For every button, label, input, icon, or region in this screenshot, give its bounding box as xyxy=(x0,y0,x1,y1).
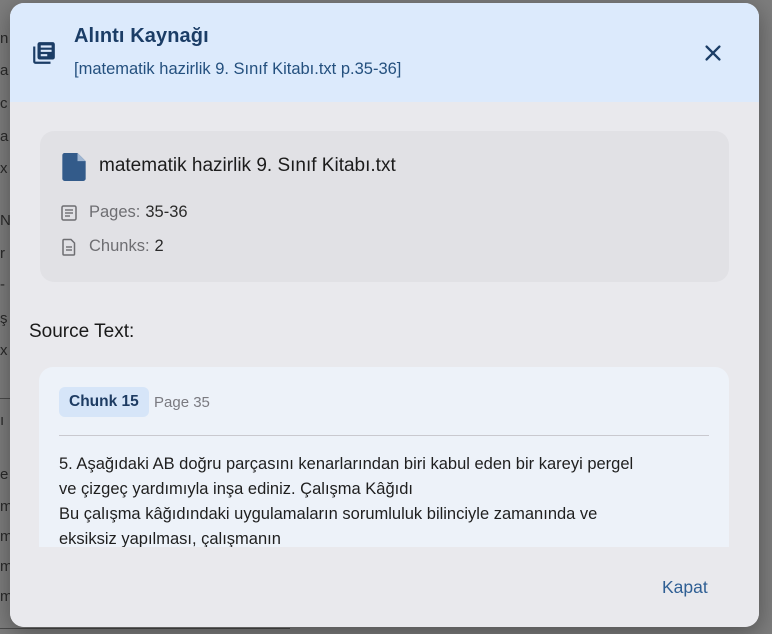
background-text: n xyxy=(0,30,9,47)
background-text: x xyxy=(0,160,8,177)
file-name: matematik hazirlik 9. Sınıf Kitabı.txt xyxy=(99,155,396,176)
chunks-label: Chunks: xyxy=(89,237,150,255)
article-icon xyxy=(60,204,78,222)
background-divider xyxy=(0,398,10,399)
chunk-badge: Chunk 15 xyxy=(59,387,149,417)
chunks-value: 2 xyxy=(154,237,164,255)
document-icon xyxy=(60,238,78,256)
background-text: ı xyxy=(0,412,5,429)
citation-source-dialog: Alıntı Kaynağı [matematik hazirlik 9. Sı… xyxy=(10,3,759,627)
chunk-page: Page 35 xyxy=(154,394,210,411)
kapat-button[interactable]: Kapat xyxy=(662,577,708,598)
chunk-card: Chunk 15 Page 35 5. Aşağıdaki AB doğru p… xyxy=(39,367,729,557)
pages-label: Pages: xyxy=(89,203,141,221)
dialog-subtitle: [matematik hazirlik 9. Sınıf Kitabı.txt … xyxy=(74,60,402,78)
chunk-text-line: ve çizgeç yardımıyla inşa ediniz. Çalışm… xyxy=(59,480,413,498)
dialog-header: Alıntı Kaynağı [matematik hazirlik 9. Sı… xyxy=(10,3,759,102)
chunk-text-line: 5. Aşağıdaki AB doğru parçasını kenarlar… xyxy=(59,455,634,473)
background-divider xyxy=(0,628,290,629)
source-text-heading: Source Text: xyxy=(29,321,135,342)
file-icon xyxy=(62,153,86,181)
dialog-title: Alıntı Kaynağı xyxy=(74,25,209,47)
pages-value: 35-36 xyxy=(145,203,188,221)
close-button[interactable] xyxy=(696,36,730,70)
background-text: - xyxy=(0,276,5,293)
chunks-row: Chunks: 2 xyxy=(60,237,164,256)
background-text: e xyxy=(0,466,9,483)
close-icon xyxy=(705,45,721,61)
chunk-text-line: Bu çalışma kâğıdındaki uygulamaların sor… xyxy=(59,505,598,523)
chunk-text: 5. Aşağıdaki AB doğru parçasını kenarlar… xyxy=(59,452,709,552)
file-info-card: matematik hazirlik 9. Sınıf Kitabı.txt P… xyxy=(40,131,729,282)
background-text: x xyxy=(0,342,8,359)
background-text: c xyxy=(0,95,8,112)
library-books-icon xyxy=(31,40,57,66)
background-text: r xyxy=(0,245,5,262)
divider xyxy=(59,435,709,436)
dialog-footer: Kapat xyxy=(10,547,759,627)
background-text: a xyxy=(0,62,9,79)
background-text: ş xyxy=(0,310,8,327)
pages-row: Pages: 35-36 xyxy=(60,203,188,222)
background-text: a xyxy=(0,128,9,145)
